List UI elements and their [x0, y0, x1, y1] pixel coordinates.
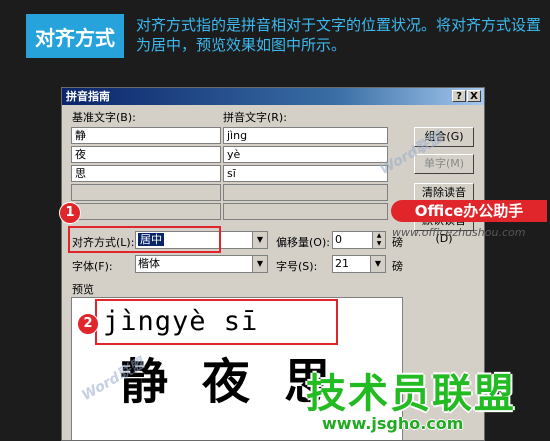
chevron-down-icon[interactable]: ▼: [252, 232, 267, 248]
section-description: 对齐方式指的是拼音相对于文字的位置状况。将对齐方式设置为居中，预览效果如图中所示…: [136, 16, 542, 54]
font-label: 字体(F):: [72, 260, 113, 273]
size-unit: 磅: [392, 260, 403, 273]
offset-label: 偏移量(O):: [276, 236, 330, 249]
office-url: www.officezhushou.com: [392, 226, 526, 239]
preview-pinyin: jìngyè sī: [95, 299, 338, 345]
base-text-label: 基准文字(B):: [72, 111, 136, 124]
dialog-title: 拼音指南: [66, 90, 110, 103]
base-text-field-4: [71, 184, 221, 201]
chevron-down-icon[interactable]: ▼: [252, 256, 267, 272]
alignment-highlight: [68, 226, 221, 253]
font-select[interactable]: 楷体 ▼: [135, 255, 268, 273]
base-text-field-2[interactable]: 夜: [71, 146, 221, 163]
chevron-down-icon[interactable]: ▼: [370, 256, 385, 272]
spin-arrows-icon[interactable]: ▲ ▼: [372, 232, 385, 248]
base-text-field-3[interactable]: 思: [71, 165, 221, 182]
step-badge-1: 1: [59, 202, 81, 224]
site-url: www.jsgho.com: [322, 414, 464, 433]
pinyin-text-field-5: [223, 203, 388, 220]
base-text-field-5: [71, 203, 221, 220]
dialog-titlebar: 拼音指南 ? X: [62, 88, 484, 105]
step-badge-2: 2: [77, 313, 99, 335]
pinyin-text-field-2[interactable]: yè: [223, 146, 388, 163]
office-brand-banner: Office办公助手: [391, 200, 547, 222]
pinyin-text-field-3[interactable]: sī: [223, 165, 388, 182]
help-button[interactable]: ?: [452, 90, 466, 102]
size-select[interactable]: 21 ▼: [332, 255, 386, 273]
section-tag: 对齐方式: [26, 14, 124, 58]
close-button[interactable]: X: [467, 90, 481, 102]
size-label: 字号(S):: [276, 260, 318, 273]
pinyin-text-field-4: [223, 184, 388, 201]
pinyin-text-label: 拼音文字(R):: [223, 111, 287, 124]
preview-label: 预览: [72, 283, 94, 296]
offset-stepper[interactable]: 0 ▲ ▼: [332, 231, 386, 249]
pinyin-text-field-1[interactable]: jìng: [223, 127, 388, 144]
offset-value: 0: [335, 233, 342, 246]
base-text-field-1[interactable]: 静: [71, 127, 221, 144]
size-value: 21: [335, 257, 349, 270]
font-value: 楷体: [138, 257, 160, 270]
site-brand-logo: 技术员联盟: [306, 371, 516, 417]
